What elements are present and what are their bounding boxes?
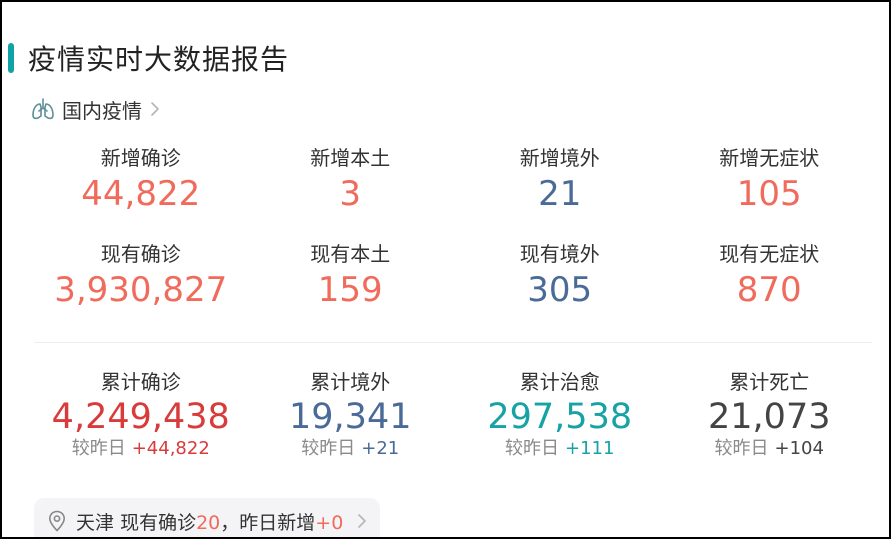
current-cases-row: 现有确诊 3,930,827 现有本土 159 现有境外 305 现有无症状 8… (36, 240, 874, 312)
delta-value: +104 (774, 438, 824, 459)
stat-current-imported: 现有境外 305 (455, 240, 665, 312)
stat-value: 105 (736, 174, 802, 214)
delta-prefix: 较昨日 (714, 438, 769, 459)
city-current-label: 现有确诊 (120, 511, 197, 534)
city-new-value: +0 (315, 511, 344, 534)
report-card: 疫情实时大数据报告 国内疫情 新增确诊 44,822 新增本土 3 新增境外 2… (0, 0, 891, 539)
city-current-value: 20 (196, 511, 221, 534)
section-label: 国内疫情 (62, 98, 142, 123)
stat-delta: 较昨日 +21 (246, 438, 456, 460)
stat-value: 44,822 (81, 174, 201, 214)
stat-new-local: 新增本土 3 (246, 144, 456, 216)
stat-new-confirmed: 新增确诊 44,822 (36, 144, 246, 216)
section-divider (34, 342, 872, 343)
city-separator: ， (220, 511, 240, 534)
stat-value: 870 (736, 270, 802, 310)
stat-value: 3 (339, 174, 362, 214)
delta-prefix: 较昨日 (71, 438, 126, 459)
city-new-label: 昨日新增 (239, 511, 316, 534)
stat-current-local: 现有本土 159 (246, 240, 456, 312)
stat-label: 新增无症状 (719, 146, 820, 170)
stat-label: 新增境外 (519, 146, 600, 170)
title-accent-bar (8, 43, 14, 73)
stat-value: 3,930,827 (54, 270, 228, 310)
stat-total-recovered: 累计治愈 297,538 较昨日 +111 (455, 368, 665, 460)
stat-total-confirmed: 累计确诊 4,249,438 较昨日 +44,822 (36, 368, 246, 460)
stat-delta: 较昨日 +44,822 (36, 438, 246, 460)
cumulative-row: 累计确诊 4,249,438 较昨日 +44,822 累计境外 19,341 较昨… (36, 368, 874, 460)
stat-value: 21 (538, 174, 582, 214)
stat-value: 4,249,438 (51, 397, 230, 437)
stat-value: 297,538 (487, 397, 633, 437)
stat-total-imported: 累计境外 19,341 较昨日 +21 (246, 368, 456, 460)
stat-current-asymptomatic: 现有无症状 870 (665, 240, 875, 312)
stat-delta: 较昨日 +111 (455, 438, 665, 460)
domestic-epidemic-link[interactable]: 国内疫情 (30, 94, 160, 124)
stat-label: 累计确诊 (100, 370, 181, 394)
new-cases-row: 新增确诊 44,822 新增本土 3 新增境外 21 新增无症状 105 (36, 144, 874, 216)
stat-value: 19,341 (289, 397, 412, 437)
chevron-right-icon (151, 102, 159, 116)
delta-value: +111 (565, 438, 615, 459)
chevron-right-icon (358, 514, 367, 528)
stat-label: 现有确诊 (100, 242, 181, 266)
city-summary-link[interactable]: 天津 现有确诊20，昨日新增+0 (34, 498, 380, 537)
stat-total-deaths: 累计死亡 21,073 较昨日 +104 (665, 368, 875, 460)
stat-label: 新增确诊 (100, 146, 181, 170)
stat-label: 累计治愈 (519, 370, 600, 394)
city-name: 天津 (76, 511, 115, 534)
delta-prefix: 较昨日 (505, 438, 560, 459)
stat-new-asymptomatic: 新增无症状 105 (665, 144, 875, 216)
stat-new-imported: 新增境外 21 (455, 144, 665, 216)
stat-label: 现有境外 (519, 242, 600, 266)
stat-current-confirmed: 现有确诊 3,930,827 (36, 240, 246, 312)
stat-label: 累计死亡 (729, 370, 810, 394)
report-header: 疫情实时大数据报告 (8, 38, 289, 78)
stat-label: 累计境外 (310, 370, 391, 394)
stat-label: 新增本土 (310, 146, 391, 170)
city-summary-text: 天津 现有确诊20，昨日新增+0 (76, 508, 343, 535)
delta-value: +44,822 (131, 438, 210, 459)
location-pin-icon (48, 510, 66, 532)
lungs-icon (32, 98, 54, 120)
stat-label: 现有无症状 (719, 242, 820, 266)
stat-label: 现有本土 (310, 242, 391, 266)
delta-prefix: 较昨日 (301, 438, 356, 459)
stat-value: 21,073 (708, 397, 831, 437)
stat-value: 305 (527, 270, 593, 310)
delta-value: +21 (361, 438, 400, 459)
stat-delta: 较昨日 +104 (665, 438, 875, 460)
page-title: 疫情实时大数据报告 (28, 43, 290, 76)
stat-value: 159 (317, 270, 383, 310)
